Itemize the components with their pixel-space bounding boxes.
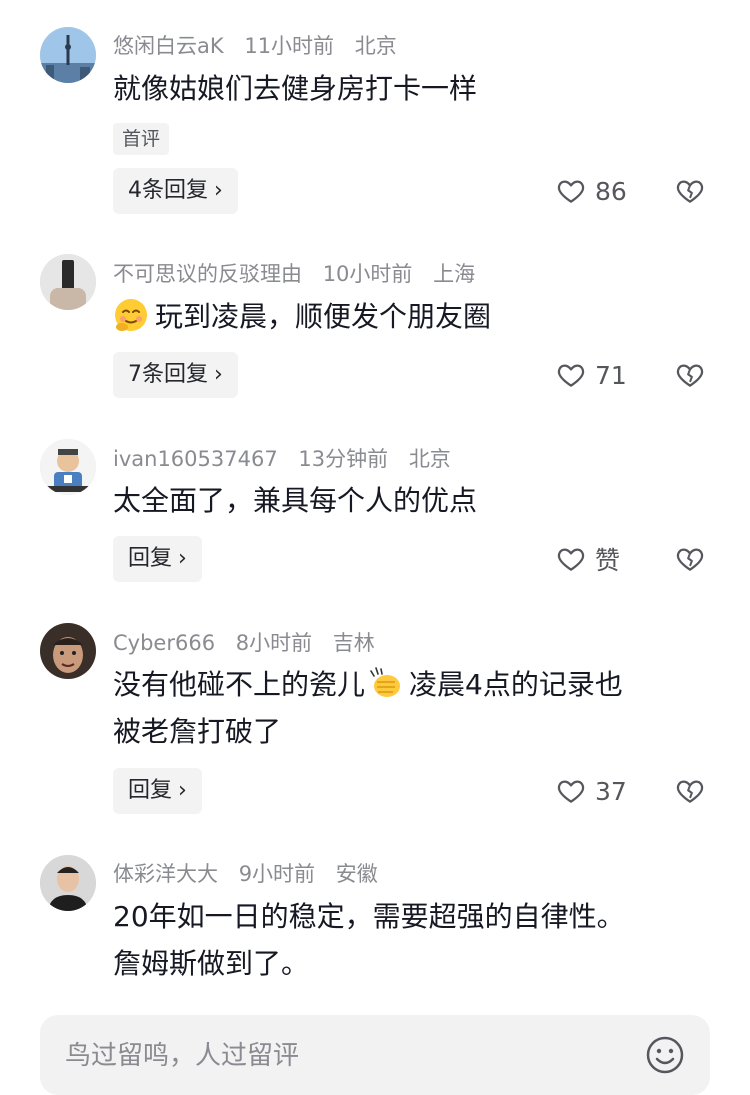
comment-location: 北京	[354, 34, 397, 58]
like-button[interactable]: 86	[556, 173, 627, 209]
heart-outline-icon	[557, 548, 585, 571]
user-avatar[interactable]	[40, 439, 96, 495]
comment-text-content: 玩到凌晨，顺便发个朋友圈	[155, 300, 492, 333]
comment-text-part: 凌晨4点的记录也	[409, 668, 623, 701]
username[interactable]: 不可思议的反驳理由	[113, 262, 302, 286]
view-replies-button[interactable]: 7条回复 ›	[113, 352, 238, 398]
user-avatar[interactable]	[40, 623, 96, 679]
username[interactable]: 体彩洋大大	[113, 862, 218, 886]
comment-location: 上海	[433, 262, 476, 286]
username[interactable]: ivan160537467	[113, 447, 278, 471]
comment-meta: 不可思议的反驳理由 10小时前 上海	[113, 258, 489, 288]
like-button[interactable]: 37	[556, 773, 627, 809]
comment-text: 没有他碰不上的瓷儿 凌晨4点的记录也 被老詹打破了	[113, 661, 703, 755]
like-button[interactable]: 71	[556, 357, 627, 393]
comment-time: 9小时前	[238, 862, 316, 886]
like-count: 86	[595, 176, 627, 206]
comment-meta: 体彩洋大大 9小时前 安徽	[113, 858, 392, 888]
comment-text: 就像姑娘们去健身房打卡一样	[113, 72, 478, 105]
chevron-right-icon: ›	[214, 362, 223, 387]
view-replies-button[interactable]: 4条回复 ›	[113, 168, 238, 214]
heart-outline-icon	[557, 780, 585, 803]
user-avatar[interactable]	[40, 855, 96, 911]
comment-location: 安徽	[335, 862, 378, 886]
person-avatar-icon	[40, 855, 96, 911]
user-avatar[interactable]	[40, 254, 96, 310]
shy-face-emoji-icon	[115, 299, 147, 331]
reply-count-label: 7条回复	[128, 362, 208, 387]
comment-time: 10小时前	[322, 262, 413, 286]
broken-heart-icon[interactable]	[675, 176, 705, 206]
reply-label: 回复	[128, 546, 173, 571]
heart-outline-icon	[557, 180, 585, 203]
comment-text: 玩到凌晨，顺便发个朋友圈	[113, 293, 703, 340]
comment-input-placeholder: 鸟过留鸣，人过留评	[65, 1041, 300, 1071]
like-count: 71	[595, 360, 627, 390]
reply-label: 回复	[128, 778, 173, 803]
broken-heart-icon[interactable]	[675, 776, 705, 806]
smiley-icon[interactable]	[645, 1035, 685, 1075]
comment-location: 北京	[408, 447, 451, 471]
comment-text-part: 20年如一日的稳定，需要超强的自律性。	[113, 900, 625, 933]
heart-outline-icon	[557, 364, 585, 387]
reply-button[interactable]: 回复 ›	[113, 536, 202, 582]
first-comment-tag: 首评	[113, 123, 170, 155]
face-avatar-icon	[40, 623, 96, 679]
comment-text: 20年如一日的稳定，需要超强的自律性。 詹姆斯做到了。	[113, 893, 703, 987]
phone-avatar-icon	[40, 254, 96, 310]
chevron-right-icon: ›	[214, 178, 223, 203]
comment-meta: Cyber666 8小时前 吉林	[113, 627, 389, 657]
broken-heart-icon[interactable]	[675, 360, 705, 390]
comment-time: 13分钟前	[298, 447, 389, 471]
reply-button[interactable]: 回复 ›	[113, 768, 202, 814]
fist-bump-emoji-icon	[370, 667, 401, 697]
comment-time: 8小时前	[235, 631, 313, 655]
comment-text-part: 没有他碰不上的瓷儿	[113, 668, 366, 701]
comment-text-part: 詹姆斯做到了。	[113, 947, 310, 980]
cartoon-avatar-icon	[40, 439, 96, 495]
comment-text: 太全面了，兼具每个人的优点	[113, 484, 478, 517]
comment-location: 吉林	[332, 631, 375, 655]
like-count: 37	[595, 776, 627, 806]
comment-time: 11小时前	[244, 34, 335, 58]
chevron-right-icon: ›	[178, 546, 187, 571]
username[interactable]: 悠闲白云aK	[113, 34, 224, 58]
like-label: 赞	[595, 546, 621, 575]
comment-text-part: 被老詹打破了	[113, 715, 282, 748]
comment-input-bar[interactable]: 鸟过留鸣，人过留评	[40, 1015, 710, 1095]
username[interactable]: Cyber666	[113, 631, 215, 655]
reply-count-label: 4条回复	[128, 178, 208, 203]
chevron-right-icon: ›	[178, 778, 187, 803]
tower-avatar-icon	[40, 27, 96, 83]
comment-meta: 悠闲白云aK 11小时前 北京	[113, 30, 411, 60]
comment-meta: ivan160537467 13分钟前 北京	[113, 443, 465, 473]
like-button[interactable]: 赞	[556, 541, 620, 577]
user-avatar[interactable]	[40, 27, 96, 83]
broken-heart-icon[interactable]	[675, 544, 705, 574]
